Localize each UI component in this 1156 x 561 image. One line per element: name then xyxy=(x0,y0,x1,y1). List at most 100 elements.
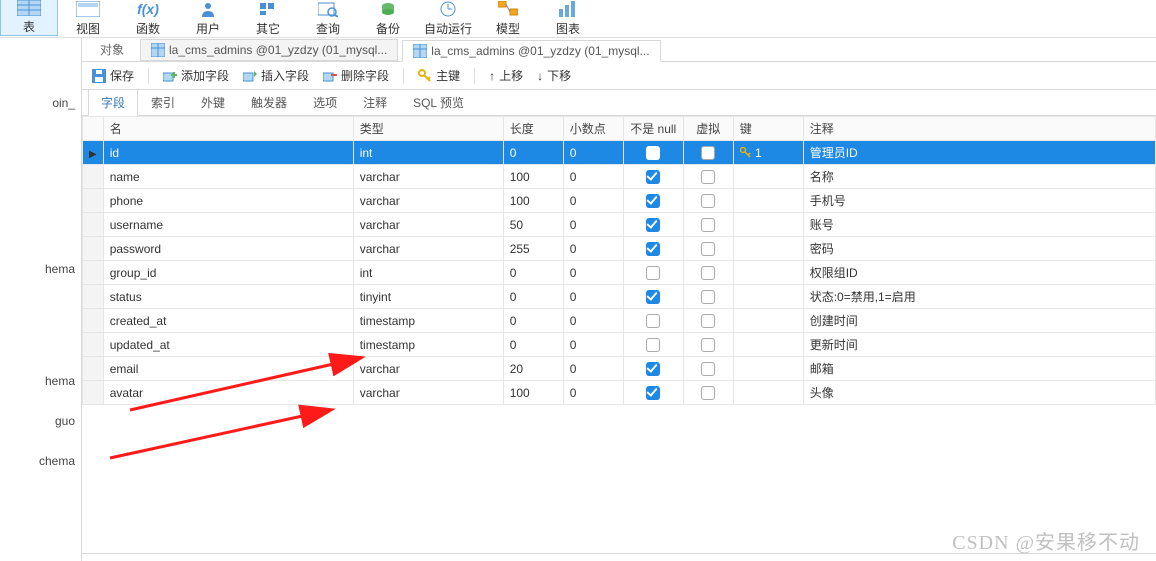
ribbon-backup[interactable]: 备份 xyxy=(358,0,418,37)
subtab-options[interactable]: 选项 xyxy=(300,89,350,115)
col-comment[interactable]: 注释 xyxy=(803,117,1155,141)
checkbox-virtual[interactable] xyxy=(701,146,715,160)
ribbon-view[interactable]: 视图 xyxy=(58,0,118,37)
checkbox-virtual[interactable] xyxy=(701,290,715,304)
checkbox-virtual[interactable] xyxy=(701,386,715,400)
table-row[interactable]: avatarvarchar1000头像 xyxy=(83,381,1156,405)
col-virtual[interactable]: 虚拟 xyxy=(683,117,733,141)
secondary-toolbar: 保存 添加字段 插入字段 删除字段 主键 ↑ 上移 ↓ 下移 xyxy=(82,62,1156,90)
checkbox-notnull[interactable] xyxy=(646,194,660,208)
checkbox-virtual[interactable] xyxy=(701,170,715,184)
user-icon xyxy=(200,0,216,18)
checkbox-virtual[interactable] xyxy=(701,242,715,256)
sidebar-item[interactable]: guo xyxy=(0,410,81,432)
table-icon xyxy=(413,44,427,58)
table-row[interactable]: emailvarchar200邮箱 xyxy=(83,357,1156,381)
subtab-fk[interactable]: 外键 xyxy=(188,89,238,115)
table-icon xyxy=(151,43,165,57)
table-row[interactable]: created_attimestamp00创建时间 xyxy=(83,309,1156,333)
save-icon xyxy=(92,69,106,83)
other-icon xyxy=(258,0,278,18)
sidebar-item[interactable]: oin_ xyxy=(0,92,81,114)
ribbon-other[interactable]: 其它 xyxy=(238,0,298,37)
ribbon-label: 表 xyxy=(23,18,35,35)
ribbon-user[interactable]: 用户 xyxy=(178,0,238,37)
checkbox-notnull[interactable] xyxy=(646,290,660,304)
tab-strip: 对象 la_cms_admins @01_yzdzy (01_mysql... … xyxy=(82,38,1156,62)
checkbox-notnull[interactable] xyxy=(646,314,660,328)
model-icon xyxy=(498,0,518,18)
checkbox-virtual[interactable] xyxy=(701,338,715,352)
sidebar-item[interactable]: hema xyxy=(0,258,81,280)
move-down-button[interactable]: ↓ 下移 xyxy=(537,67,571,84)
chart-icon xyxy=(559,0,577,18)
checkbox-virtual[interactable] xyxy=(701,266,715,280)
ribbon-fx[interactable]: f(x) 函数 xyxy=(118,0,178,37)
file-tab-1[interactable]: la_cms_admins @01_yzdzy (01_mysql... xyxy=(402,40,660,62)
table-row[interactable]: statustinyint00状态:0=禁用,1=启用 xyxy=(83,285,1156,309)
table-row[interactable]: group_idint00权限组ID xyxy=(83,261,1156,285)
col-key[interactable]: 键 xyxy=(733,117,803,141)
clock-icon xyxy=(440,0,456,18)
insert-field-icon xyxy=(243,69,257,83)
subtab-fields[interactable]: 字段 xyxy=(88,89,138,116)
subtab-triggers[interactable]: 触发器 xyxy=(238,89,300,115)
checkbox-notnull[interactable] xyxy=(646,218,660,232)
ribbon-toolbar: 表 视图 f(x) 函数 用户 其它 查询 备份 自动运行 模型 图表 xyxy=(0,0,1156,38)
tab-label: la_cms_admins @01_yzdzy (01_mysql... xyxy=(431,44,649,58)
ribbon-auto[interactable]: 自动运行 xyxy=(418,0,478,37)
subtab-comment[interactable]: 注释 xyxy=(350,89,400,115)
object-tab[interactable]: 对象 xyxy=(88,37,136,62)
delete-field-icon xyxy=(323,69,337,83)
primary-key-button[interactable]: 主键 xyxy=(418,67,460,84)
up-arrow-icon: ↑ xyxy=(489,69,495,83)
add-field-icon xyxy=(163,69,177,83)
sidebar-item[interactable]: chema xyxy=(0,450,81,472)
ribbon-chart[interactable]: 图表 xyxy=(538,0,598,37)
subtab-sql[interactable]: SQL 预览 xyxy=(400,89,477,115)
down-arrow-icon: ↓ xyxy=(537,69,543,83)
checkbox-virtual[interactable] xyxy=(701,362,715,376)
checkbox-virtual[interactable] xyxy=(701,218,715,232)
key-icon xyxy=(418,69,432,83)
sidebar: oin_ hema hema guo chema xyxy=(0,38,82,561)
table-row[interactable]: usernamevarchar500账号 xyxy=(83,213,1156,237)
move-up-button[interactable]: ↑ 上移 xyxy=(489,67,523,84)
bottom-bar xyxy=(82,553,1156,561)
col-name[interactable]: 名 xyxy=(103,117,353,141)
ribbon-table[interactable]: 表 xyxy=(0,0,58,36)
checkbox-notnull[interactable] xyxy=(646,338,660,352)
save-button[interactable]: 保存 xyxy=(92,67,134,84)
table-icon xyxy=(17,0,41,16)
insert-field-button[interactable]: 插入字段 xyxy=(243,67,309,84)
fields-grid[interactable]: 名 类型 长度 小数点 不是 null 虚拟 键 注释 ▶idint00 1管理… xyxy=(82,116,1156,553)
checkbox-notnull[interactable] xyxy=(646,362,660,376)
checkbox-notnull[interactable] xyxy=(646,170,660,184)
col-length[interactable]: 长度 xyxy=(503,117,563,141)
table-row[interactable]: updated_attimestamp00更新时间 xyxy=(83,333,1156,357)
file-tab-0[interactable]: la_cms_admins @01_yzdzy (01_mysql... xyxy=(140,39,398,61)
backup-icon xyxy=(379,0,397,18)
subtab-indexes[interactable]: 索引 xyxy=(138,89,188,115)
col-decimals[interactable]: 小数点 xyxy=(563,117,623,141)
sub-tabs: 字段 索引 外键 触发器 选项 注释 SQL 预览 xyxy=(82,90,1156,116)
table-row[interactable]: phonevarchar1000手机号 xyxy=(83,189,1156,213)
col-notnull[interactable]: 不是 null xyxy=(623,117,683,141)
ribbon-query[interactable]: 查询 xyxy=(298,0,358,37)
query-icon xyxy=(318,0,338,18)
table-row[interactable]: namevarchar1000名称 xyxy=(83,165,1156,189)
checkbox-notnull[interactable] xyxy=(646,242,660,256)
col-type[interactable]: 类型 xyxy=(353,117,503,141)
ribbon-model[interactable]: 模型 xyxy=(478,0,538,37)
sidebar-item[interactable]: hema xyxy=(0,370,81,392)
add-field-button[interactable]: 添加字段 xyxy=(163,67,229,84)
checkbox-virtual[interactable] xyxy=(701,314,715,328)
table-row[interactable]: passwordvarchar2550密码 xyxy=(83,237,1156,261)
main-area: 对象 la_cms_admins @01_yzdzy (01_mysql... … xyxy=(82,38,1156,561)
checkbox-notnull[interactable] xyxy=(646,146,660,160)
checkbox-notnull[interactable] xyxy=(646,386,660,400)
delete-field-button[interactable]: 删除字段 xyxy=(323,67,389,84)
checkbox-notnull[interactable] xyxy=(646,266,660,280)
table-row[interactable]: ▶idint00 1管理员ID xyxy=(83,141,1156,165)
checkbox-virtual[interactable] xyxy=(701,194,715,208)
